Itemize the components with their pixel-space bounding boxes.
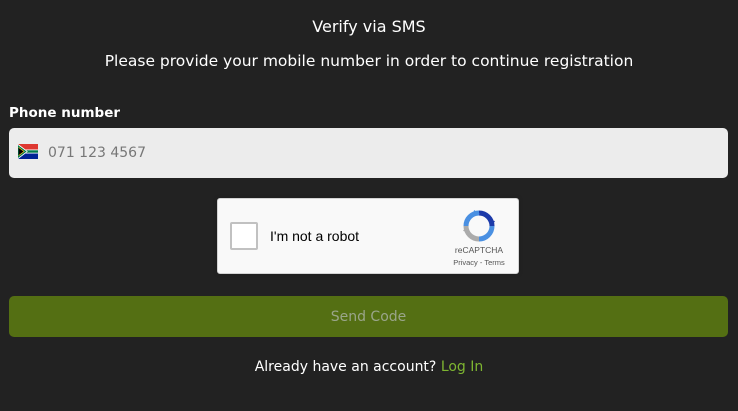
login-prompt: Already have an account? Log In xyxy=(0,357,738,377)
recaptcha-links: Privacy - Terms xyxy=(438,258,520,268)
login-prompt-text: Already have an account? xyxy=(254,359,437,375)
recaptcha-logo-icon xyxy=(463,210,495,242)
south-africa-flag-icon[interactable] xyxy=(18,144,38,159)
recaptcha-terms-link[interactable]: Terms xyxy=(484,258,504,267)
phone-number-field[interactable] xyxy=(9,128,728,178)
recaptcha-privacy-link[interactable]: Privacy xyxy=(453,258,478,267)
phone-number-label: Phone number xyxy=(9,105,121,121)
recaptcha-checkbox[interactable] xyxy=(230,222,258,250)
login-link[interactable]: Log In xyxy=(441,359,483,375)
recaptcha-checkbox-label: I'm not a robot xyxy=(270,228,360,244)
phone-number-input[interactable] xyxy=(48,128,708,178)
page-subtitle: Please provide your mobile number in ord… xyxy=(104,52,634,70)
page-title: Verify via SMS xyxy=(312,17,426,36)
verify-sms-page: Verify via SMS Please provide your mobil… xyxy=(0,0,738,411)
send-code-button[interactable]: Send Code xyxy=(9,296,728,337)
recaptcha-widget: I'm not a robot reCAPTCHA Privacy - Term… xyxy=(217,198,519,274)
recaptcha-brand: reCAPTCHA xyxy=(454,245,504,255)
